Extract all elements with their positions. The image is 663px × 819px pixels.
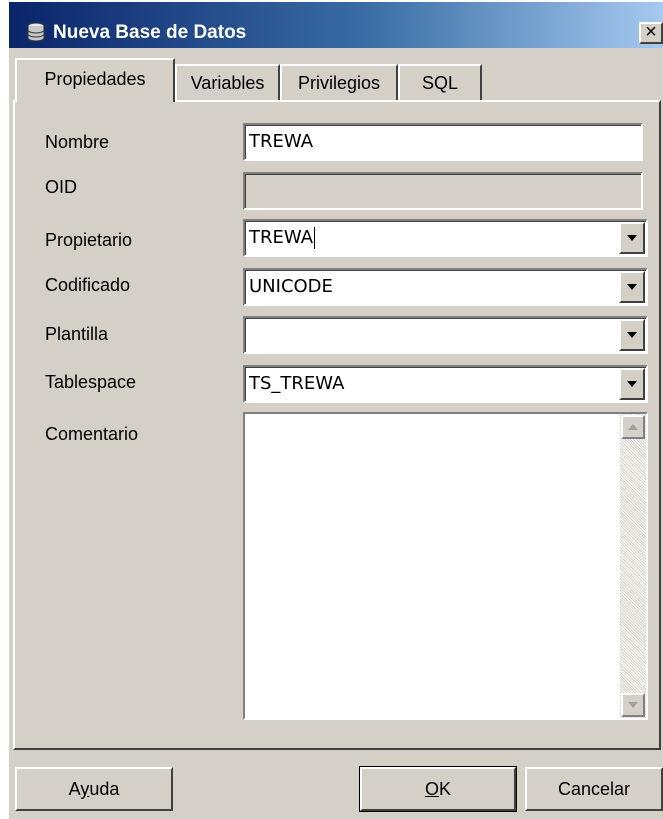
propietario-value: TREWA <box>249 227 314 248</box>
cancel-button[interactable]: Cancelar <box>525 767 663 811</box>
cancel-label: Cancelar <box>557 779 631 799</box>
chevron-down-icon <box>627 284 637 290</box>
chevron-down-icon <box>627 332 637 338</box>
ok-button[interactable]: OK <box>359 766 517 812</box>
help-accelerator: y <box>80 779 90 799</box>
codificado-label: Codificado <box>45 275 131 295</box>
plantilla-dropdown-button[interactable] <box>619 319 645 351</box>
nombre-input[interactable]: TREWA <box>243 123 643 161</box>
arrow-down-icon <box>628 702 638 708</box>
window-title: Nueva Base de Datos <box>53 22 247 43</box>
tab-variables[interactable]: Variables <box>175 64 280 100</box>
tablespace-dropdown-button[interactable] <box>619 368 645 400</box>
vertical-scrollbar[interactable] <box>620 414 646 718</box>
propietario-combobox[interactable]: TREWA <box>243 219 648 257</box>
nombre-label: Nombre <box>45 132 110 152</box>
plantilla-label: Plantilla <box>45 324 109 344</box>
tab-label: Propiedades <box>44 69 146 89</box>
help-label-part: A <box>68 779 81 799</box>
propietario-dropdown-button[interactable] <box>619 222 645 254</box>
scroll-up-button[interactable] <box>621 415 645 439</box>
ok-label-part: K <box>439 779 452 799</box>
oid-input <box>243 172 643 210</box>
text-caret <box>314 227 316 249</box>
chevron-down-icon <box>627 381 637 387</box>
tablespace-value: TS_TREWA <box>249 373 345 394</box>
title-bar[interactable]: Nueva Base de Datos × <box>9 2 663 48</box>
chevron-down-icon <box>627 235 637 241</box>
new-database-dialog: Nueva Base de Datos × Propiedades Variab… <box>7 0 663 819</box>
tab-label: Variables <box>190 73 265 93</box>
comentario-label: Comentario <box>45 424 139 444</box>
codificado-combobox[interactable]: UNICODE <box>243 268 648 306</box>
oid-label: OID <box>45 177 78 197</box>
comentario-textarea[interactable] <box>243 412 648 720</box>
help-label-part: uda <box>89 779 120 799</box>
help-button[interactable]: Ayuda <box>15 767 173 811</box>
tablespace-label: Tablespace <box>45 372 137 392</box>
nombre-value: TREWA <box>249 131 314 152</box>
propietario-label: Propietario <box>45 230 133 250</box>
tab-label: SQL <box>421 73 459 93</box>
tab-label: Privilegios <box>297 73 381 93</box>
close-icon: × <box>645 21 657 43</box>
arrow-up-icon <box>628 424 638 430</box>
plantilla-combobox[interactable] <box>243 316 648 354</box>
tablespace-combobox[interactable]: TS_TREWA <box>243 365 648 403</box>
ok-accelerator: O <box>424 779 439 799</box>
scroll-down-button[interactable] <box>621 693 645 717</box>
codificado-value: UNICODE <box>249 276 333 297</box>
close-button[interactable]: × <box>639 22 663 44</box>
tab-privilegios[interactable]: Privilegios <box>280 64 398 100</box>
codificado-dropdown-button[interactable] <box>619 271 645 303</box>
tab-propiedades[interactable]: Propiedades <box>15 58 175 102</box>
database-icon <box>27 22 45 42</box>
tab-sql[interactable]: SQL <box>398 64 482 100</box>
